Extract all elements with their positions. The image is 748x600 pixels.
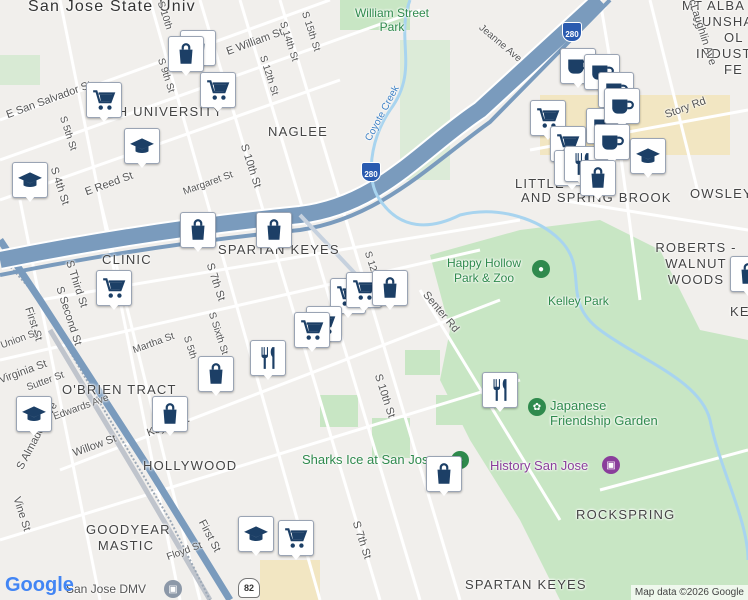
shopping-bag-icon xyxy=(730,256,748,292)
shopping-cart-icon xyxy=(294,312,330,348)
marker-pointer xyxy=(572,81,584,88)
shopping-bag-icon xyxy=(180,212,216,248)
marker-pointer xyxy=(290,553,302,560)
map-marker[interactable] xyxy=(730,256,748,296)
google-logo[interactable]: Google xyxy=(5,574,74,597)
marker-pointer xyxy=(24,195,36,202)
interstate-280-shield: 280 xyxy=(361,162,381,182)
map-marker[interactable] xyxy=(580,160,616,200)
shopping-bag-icon xyxy=(580,160,616,196)
marker-pointer xyxy=(192,245,204,252)
map-marker[interactable] xyxy=(180,212,216,252)
marker-pointer xyxy=(592,193,604,200)
graduation-cap-icon xyxy=(16,396,52,432)
marker-pointer xyxy=(210,389,222,396)
marker-pointer xyxy=(438,489,450,496)
marker-pointer xyxy=(180,69,192,76)
map-marker[interactable] xyxy=(96,270,132,310)
marker-pointer xyxy=(268,245,280,252)
shopping-bag-icon xyxy=(372,270,408,306)
shopping-bag-icon xyxy=(256,212,292,248)
marker-pointer xyxy=(212,105,224,112)
map-marker[interactable] xyxy=(198,356,234,396)
marker-pointer xyxy=(642,171,654,178)
graduation-cap-icon xyxy=(238,516,274,552)
map-marker[interactable] xyxy=(16,396,52,436)
marker-pointer xyxy=(306,345,318,352)
government-icon[interactable]: ▣ xyxy=(164,580,182,598)
map-marker[interactable] xyxy=(238,516,274,556)
marker-pointer xyxy=(358,305,370,312)
state-route-82-shield: 82 xyxy=(238,578,260,598)
graduation-cap-icon xyxy=(630,138,666,174)
zoo-icon[interactable]: ● xyxy=(532,260,550,278)
map-marker[interactable] xyxy=(426,456,462,496)
shopping-bag-icon xyxy=(426,456,462,492)
marker-pointer xyxy=(742,289,748,296)
interstate-280-shield: 280 xyxy=(562,22,582,42)
shopping-cart-icon xyxy=(278,520,314,556)
map-marker[interactable] xyxy=(124,128,160,168)
marker-pointer xyxy=(98,115,110,122)
marker-pointer xyxy=(494,405,506,412)
map-marker[interactable] xyxy=(372,270,408,310)
map-marker[interactable] xyxy=(168,36,204,76)
map-marker[interactable] xyxy=(250,340,286,380)
shopping-cart-icon xyxy=(96,270,132,306)
map-marker[interactable] xyxy=(278,520,314,560)
map-marker[interactable] xyxy=(594,124,630,164)
shopping-bag-icon xyxy=(168,36,204,72)
marker-pointer xyxy=(342,311,354,318)
map-marker[interactable] xyxy=(152,396,188,436)
map-marker[interactable] xyxy=(604,88,640,128)
google-logo-text: Google xyxy=(5,574,74,596)
map-marker[interactable] xyxy=(256,212,292,252)
fork-knife-icon xyxy=(482,372,518,408)
map-canvas[interactable]: San Jose State Univ NAGLEE UTH UNIVERSIT… xyxy=(0,0,748,600)
marker-pointer xyxy=(28,429,40,436)
shopping-cart-icon xyxy=(86,82,122,118)
museum-icon[interactable]: ▣ xyxy=(602,456,620,474)
shopping-cart-icon xyxy=(200,72,236,108)
fork-knife-icon xyxy=(250,340,286,376)
map-marker[interactable] xyxy=(630,138,666,178)
marker-pointer xyxy=(384,303,396,310)
garden-icon[interactable]: ✿ xyxy=(528,398,546,416)
map-marker[interactable] xyxy=(294,312,330,352)
marker-pointer xyxy=(136,161,148,168)
map-marker[interactable] xyxy=(482,372,518,412)
coffee-cup-icon xyxy=(594,124,630,160)
graduation-cap-icon xyxy=(124,128,160,164)
marker-pointer xyxy=(108,303,120,310)
graduation-cap-icon xyxy=(12,162,48,198)
marker-pointer xyxy=(262,373,274,380)
marker-pointer xyxy=(164,429,176,436)
shopping-bag-icon xyxy=(152,396,188,432)
marker-pointer xyxy=(250,549,262,556)
shopping-bag-icon xyxy=(198,356,234,392)
map-marker[interactable] xyxy=(200,72,236,112)
map-marker[interactable] xyxy=(86,82,122,122)
map-marker[interactable] xyxy=(12,162,48,202)
map-attribution[interactable]: Map data ©2026 Google xyxy=(630,585,748,600)
coffee-cup-icon xyxy=(604,88,640,124)
